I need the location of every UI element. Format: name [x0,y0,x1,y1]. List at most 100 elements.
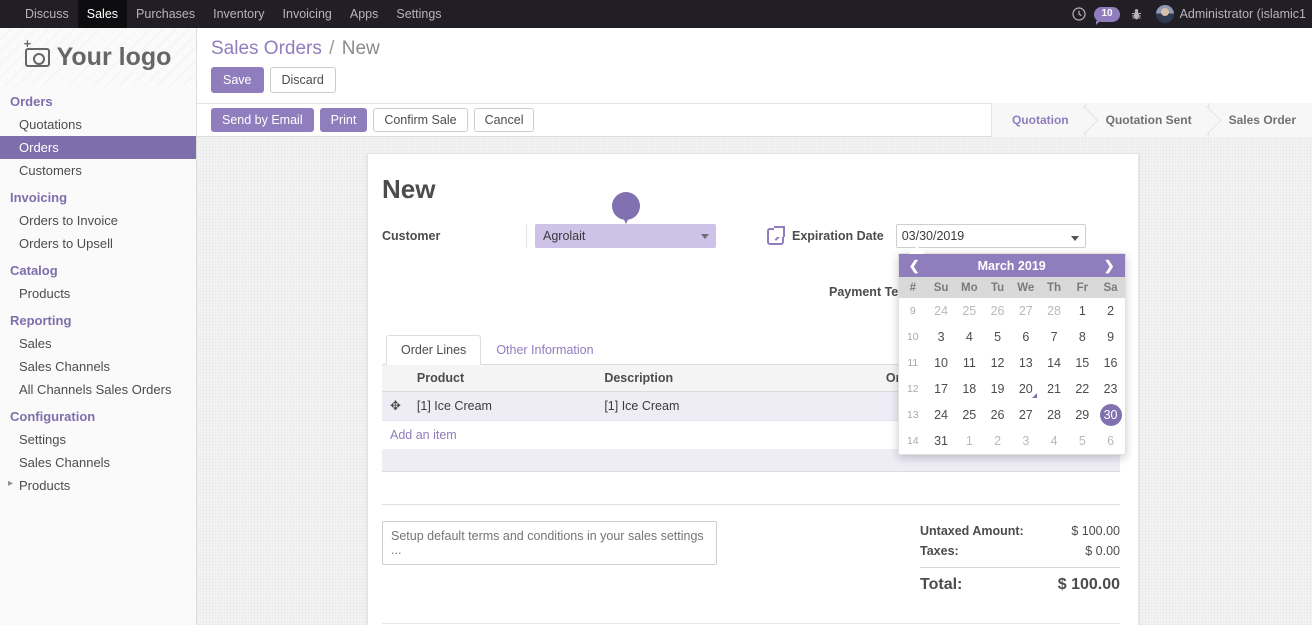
column-description: Description [596,365,784,392]
tab-other-information[interactable]: Other Information [481,335,608,365]
menu-item-sales[interactable]: Sales [77,0,128,28]
status-bar: Quotation Quotation Sent Sales Order [990,103,1312,137]
sidebar-item-all-channels-sales-orders[interactable]: All Channels Sales Orders [0,378,196,401]
logo-area[interactable]: Your logo [0,28,196,86]
sidebar-item-orders-to-invoice[interactable]: Orders to Invoice [0,209,196,232]
external-link-icon[interactable] [767,225,785,245]
menu-item-purchases[interactable]: Purchases [127,0,204,28]
sidebar-item-reporting-sales-channels[interactable]: Sales Channels [0,355,196,378]
expiration-date-input[interactable] [895,224,1086,248]
customer-label: Customer [382,229,441,243]
status-sales-order[interactable]: Sales Order [1207,103,1312,137]
user-menu[interactable]: Administrator (islamic1 [1180,7,1306,21]
confirm-sale-button[interactable]: Confirm Sale [373,108,468,132]
menu-item-invoicing[interactable]: Invoicing [274,0,341,28]
datepicker-day[interactable]: 23 [1096,376,1124,402]
datepicker-day[interactable]: 24 [927,298,955,324]
datepicker-day[interactable]: 6 [1012,324,1040,350]
datepicker-day[interactable]: 8 [1068,324,1096,350]
menu-item-apps[interactable]: Apps [341,0,388,28]
sidebar-item-products[interactable]: Products [0,282,196,305]
cell-description[interactable]: [1] Ice Cream [596,391,784,421]
datepicker-day[interactable]: 20 [1012,376,1040,402]
total-value: $ 100.00 [1057,576,1120,593]
datepicker-day[interactable]: 2 [983,428,1011,454]
datepicker-col-sa: Sa [1096,277,1125,298]
status-quotation-sent[interactable]: Quotation Sent [1084,103,1208,137]
sidebar-item-quotations[interactable]: Quotations [0,113,196,136]
datepicker-day[interactable]: 28 [1040,402,1068,428]
datepicker-day[interactable]: 15 [1068,350,1096,376]
datepicker-day[interactable]: 22 [1068,376,1096,402]
customer-input[interactable]: Agrolait [535,224,716,248]
drag-move-icon[interactable]: ✥ [390,398,401,413]
datepicker-day[interactable]: 18 [955,376,983,402]
datepicker-day[interactable]: 17 [927,376,955,402]
datepicker-day[interactable]: 30 [1096,402,1124,428]
breadcrumb-sales-orders[interactable]: Sales Orders [211,38,322,59]
messages-counter[interactable]: 10 [1094,6,1120,25]
datepicker-day[interactable]: 11 [955,350,983,376]
datepicker-day[interactable]: 2 [1096,298,1124,324]
save-button[interactable]: Save [211,67,264,93]
datepicker-day[interactable]: 4 [1040,428,1068,454]
add-an-item-link[interactable]: Add an item [382,421,465,449]
sheet-footer: Untaxed Amount: $ 100.00 Taxes: $ 0.00 T… [382,504,1120,597]
send-by-email-button[interactable]: Send by Email [211,108,314,132]
datepicker-day[interactable]: 1 [1068,298,1096,324]
datepicker-day[interactable]: 9 [1096,324,1124,350]
datepicker-day[interactable]: 10 [927,350,955,376]
datepicker-day[interactable]: 12 [983,350,1011,376]
datepicker-day[interactable]: 13 [1012,350,1040,376]
terms-and-conditions-input[interactable] [382,521,717,565]
menu-item-discuss[interactable]: Discuss [16,0,78,28]
datepicker-day[interactable]: 16 [1096,350,1124,376]
datepicker-day[interactable]: 21 [1040,376,1068,402]
customer-value: Agrolait [543,229,586,243]
status-quotation[interactable]: Quotation [990,103,1085,137]
sidebar-item-config-products[interactable]: Products [0,474,196,497]
sidebar-section-orders: Orders [10,94,53,109]
datepicker-day[interactable]: 31 [927,428,955,454]
menu-item-settings[interactable]: Settings [387,0,450,28]
row-drag-handle[interactable]: ✥ [382,391,409,421]
bug-icon[interactable] [1124,0,1150,28]
tab-order-lines[interactable]: Order Lines [386,335,482,365]
sidebar-item-orders[interactable]: Orders [0,136,196,159]
datepicker-day[interactable]: 26 [983,298,1011,324]
sidebar-item-settings[interactable]: Settings [0,428,196,451]
datepicker-day[interactable]: 3 [1012,428,1040,454]
datepicker-day[interactable]: 29 [1068,402,1096,428]
datepicker-day[interactable]: 27 [1012,298,1040,324]
datepicker-day[interactable]: 25 [955,298,983,324]
datepicker-day[interactable]: 14 [1040,350,1068,376]
datepicker-next-month[interactable]: ❯ [1104,258,1115,274]
datepicker-prev-month[interactable]: ❮ [909,258,920,274]
cancel-button[interactable]: Cancel [473,108,535,132]
avatar[interactable] [1155,5,1174,23]
sidebar-item-reporting-sales[interactable]: Sales [0,332,196,355]
discard-button[interactable]: Discard [269,67,336,93]
datepicker-col-th: Th [1039,277,1069,298]
totals-block: Untaxed Amount: $ 100.00 Taxes: $ 0.00 T… [920,521,1120,597]
clock-icon[interactable] [1066,0,1092,28]
sidebar-item-orders-to-upsell[interactable]: Orders to Upsell [0,232,196,255]
datepicker-day[interactable]: 19 [983,376,1011,402]
sidebar-item-customers[interactable]: Customers [0,159,196,182]
datepicker-day[interactable]: 27 [1012,402,1040,428]
datepicker-day[interactable]: 3 [927,324,955,350]
datepicker-day[interactable]: 26 [983,402,1011,428]
datepicker-day[interactable]: 24 [927,402,955,428]
cell-product[interactable]: [1] Ice Cream [408,391,597,421]
datepicker-day[interactable]: 5 [983,324,1011,350]
datepicker-day[interactable]: 5 [1068,428,1096,454]
datepicker-day[interactable]: 7 [1040,324,1068,350]
print-button[interactable]: Print [319,108,368,132]
datepicker-day[interactable]: 25 [955,402,983,428]
datepicker-day[interactable]: 1 [955,428,983,454]
datepicker-day[interactable]: 6 [1096,428,1124,454]
datepicker-day[interactable]: 28 [1040,298,1068,324]
menu-item-inventory[interactable]: Inventory [204,0,273,28]
sidebar-item-config-sales-channels[interactable]: Sales Channels [0,451,196,474]
datepicker-day[interactable]: 4 [955,324,983,350]
